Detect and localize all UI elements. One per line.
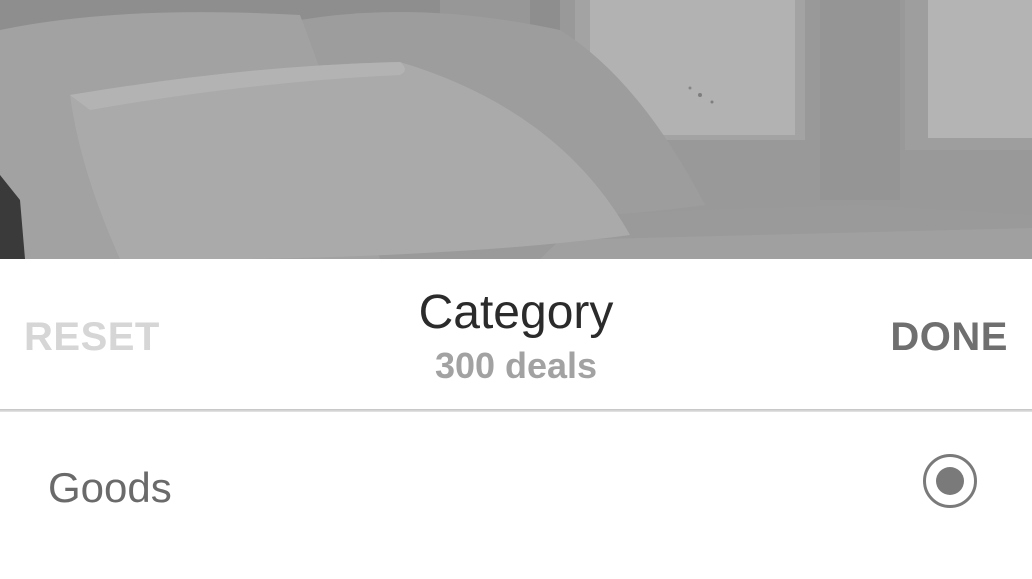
- sheet-title: Category: [418, 286, 614, 339]
- category-option-goods[interactable]: Goods: [0, 412, 1032, 562]
- background-photo[interactable]: [0, 0, 1032, 259]
- filter-bottom-sheet: RESET Category 300 deals DONE Goods: [0, 259, 1032, 579]
- title-block: Category 300 deals: [0, 285, 1032, 387]
- sheet-header: RESET Category 300 deals DONE: [0, 259, 1032, 409]
- deals-count: 300 deals: [434, 345, 598, 386]
- bedroom-pillows-image: [0, 0, 1032, 259]
- done-button[interactable]: DONE: [890, 315, 1008, 360]
- radio-dot: [936, 467, 964, 495]
- screen: RESET Category 300 deals DONE Goods: [0, 0, 1032, 579]
- radio-selected-icon[interactable]: [923, 454, 977, 508]
- option-label: Goods: [48, 464, 172, 511]
